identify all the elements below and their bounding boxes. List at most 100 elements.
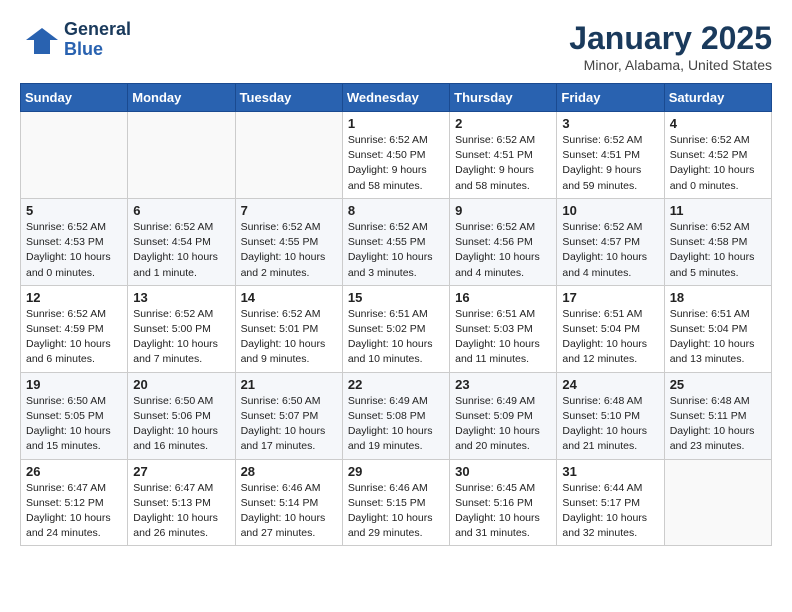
day-number: 20 [133,377,229,392]
logo-blue: Blue [64,40,131,60]
weekday-header: Tuesday [235,84,342,112]
day-content: Sunrise: 6:50 AMSunset: 5:06 PMDaylight:… [133,394,229,455]
day-number: 7 [241,203,337,218]
logo-icon [20,20,60,60]
calendar-table: SundayMondayTuesdayWednesdayThursdayFrid… [20,83,772,546]
day-content: Sunrise: 6:52 AMSunset: 4:54 PMDaylight:… [133,220,229,281]
calendar-cell: 10 Sunrise: 6:52 AMSunset: 4:57 PMDayligh… [557,198,664,285]
day-content: Sunrise: 6:47 AMSunset: 5:13 PMDaylight:… [133,481,229,542]
calendar-cell: 15 Sunrise: 6:51 AMSunset: 5:02 PMDayligh… [342,285,449,372]
day-number: 26 [26,464,122,479]
calendar-cell: 20 Sunrise: 6:50 AMSunset: 5:06 PMDayligh… [128,372,235,459]
day-number: 24 [562,377,658,392]
calendar-cell: 13Sunrise: 6:52 AMSunset: 5:00 PMDayligh… [128,285,235,372]
calendar-cell: 9 Sunrise: 6:52 AMSunset: 4:56 PMDaylight… [450,198,557,285]
day-number: 2 [455,116,551,131]
day-content: Sunrise: 6:52 AMSunset: 4:58 PMDaylight:… [670,220,766,281]
calendar-cell: 23Sunrise: 6:49 AMSunset: 5:09 PMDayligh… [450,372,557,459]
day-number: 8 [348,203,444,218]
day-content: Sunrise: 6:51 AMSunset: 5:04 PMDaylight:… [670,307,766,368]
day-content: Sunrise: 6:51 AMSunset: 5:03 PMDaylight:… [455,307,551,368]
location-label: Minor, Alabama, United States [569,57,772,73]
day-content: Sunrise: 6:50 AMSunset: 5:07 PMDaylight:… [241,394,337,455]
day-content: Sunrise: 6:48 AMSunset: 5:11 PMDaylight:… [670,394,766,455]
calendar-cell: 30 Sunrise: 6:45 AMSunset: 5:16 PMDayligh… [450,459,557,546]
day-number: 29 [348,464,444,479]
day-number: 31 [562,464,658,479]
calendar-week-row: 12Sunrise: 6:52 AMSunset: 4:59 PMDayligh… [21,285,772,372]
day-content: Sunrise: 6:46 AMSunset: 5:14 PMDaylight:… [241,481,337,542]
day-content: Sunrise: 6:52 AMSunset: 4:52 PMDaylight:… [670,133,766,194]
calendar-cell: 4Sunrise: 6:52 AMSunset: 4:52 PMDaylight… [664,112,771,199]
day-number: 16 [455,290,551,305]
calendar-cell [235,112,342,199]
day-content: Sunrise: 6:52 AMSunset: 4:51 PMDaylight:… [562,133,658,194]
weekday-header: Wednesday [342,84,449,112]
day-content: Sunrise: 6:52 AMSunset: 4:51 PMDaylight:… [455,133,551,194]
calendar-week-row: 5Sunrise: 6:52 AMSunset: 4:53 PMDaylight… [21,198,772,285]
day-number: 6 [133,203,229,218]
calendar-cell [664,459,771,546]
calendar-cell: 7 Sunrise: 6:52 AMSunset: 4:55 PMDaylight… [235,198,342,285]
month-title: January 2025 [569,20,772,57]
day-number: 27 [133,464,229,479]
day-number: 17 [562,290,658,305]
day-content: Sunrise: 6:45 AMSunset: 5:16 PMDaylight:… [455,481,551,542]
calendar-cell: 6 Sunrise: 6:52 AMSunset: 4:54 PMDaylight… [128,198,235,285]
day-content: Sunrise: 6:47 AMSunset: 5:12 PMDaylight:… [26,481,122,542]
calendar-cell: 29 Sunrise: 6:46 AMSunset: 5:15 PMDayligh… [342,459,449,546]
day-content: Sunrise: 6:46 AMSunset: 5:15 PMDaylight:… [348,481,444,542]
calendar-cell: 31 Sunrise: 6:44 AMSunset: 5:17 PMDayligh… [557,459,664,546]
day-content: Sunrise: 6:49 AMSunset: 5:08 PMDaylight:… [348,394,444,455]
title-block: January 2025 Minor, Alabama, United Stat… [569,20,772,73]
calendar-cell: 14 Sunrise: 6:52 AMSunset: 5:01 PMDayligh… [235,285,342,372]
weekday-header: Friday [557,84,664,112]
calendar-cell [21,112,128,199]
day-content: Sunrise: 6:44 AMSunset: 5:17 PMDaylight:… [562,481,658,542]
day-content: Sunrise: 6:51 AMSunset: 5:04 PMDaylight:… [562,307,658,368]
day-number: 19 [26,377,122,392]
calendar-cell: 27 Sunrise: 6:47 AMSunset: 5:13 PMDayligh… [128,459,235,546]
calendar-cell [128,112,235,199]
logo-text: General Blue [64,20,131,60]
day-number: 9 [455,203,551,218]
day-number: 23 [455,377,551,392]
day-number: 3 [562,116,658,131]
day-content: Sunrise: 6:52 AMSunset: 4:57 PMDaylight:… [562,220,658,281]
calendar-cell: 2 Sunrise: 6:52 AMSunset: 4:51 PMDaylight… [450,112,557,199]
day-content: Sunrise: 6:52 AMSunset: 4:50 PMDaylight:… [348,133,444,194]
calendar-cell: 8 Sunrise: 6:52 AMSunset: 4:55 PMDaylight… [342,198,449,285]
day-number: 30 [455,464,551,479]
day-content: Sunrise: 6:51 AMSunset: 5:02 PMDaylight:… [348,307,444,368]
calendar-week-row: 19 Sunrise: 6:50 AMSunset: 5:05 PMDayligh… [21,372,772,459]
calendar-cell: 19 Sunrise: 6:50 AMSunset: 5:05 PMDayligh… [21,372,128,459]
day-content: Sunrise: 6:50 AMSunset: 5:05 PMDaylight:… [26,394,122,455]
day-number: 10 [562,203,658,218]
day-content: Sunrise: 6:52 AMSunset: 4:56 PMDaylight:… [455,220,551,281]
page-header: General Blue January 2025 Minor, Alabama… [20,20,772,73]
calendar-week-row: 1Sunrise: 6:52 AMSunset: 4:50 PMDaylight… [21,112,772,199]
day-content: Sunrise: 6:52 AMSunset: 5:01 PMDaylight:… [241,307,337,368]
weekday-header: Sunday [21,84,128,112]
day-number: 15 [348,290,444,305]
calendar-cell: 22Sunrise: 6:49 AMSunset: 5:08 PMDayligh… [342,372,449,459]
day-number: 25 [670,377,766,392]
calendar-cell: 5Sunrise: 6:52 AMSunset: 4:53 PMDaylight… [21,198,128,285]
day-number: 13 [133,290,229,305]
calendar-cell: 16 Sunrise: 6:51 AMSunset: 5:03 PMDayligh… [450,285,557,372]
calendar-cell: 18Sunrise: 6:51 AMSunset: 5:04 PMDayligh… [664,285,771,372]
weekday-header-row: SundayMondayTuesdayWednesdayThursdayFrid… [21,84,772,112]
day-number: 12 [26,290,122,305]
calendar-cell: 17 Sunrise: 6:51 AMSunset: 5:04 PMDayligh… [557,285,664,372]
calendar-cell: 21Sunrise: 6:50 AMSunset: 5:07 PMDayligh… [235,372,342,459]
calendar-cell: 26 Sunrise: 6:47 AMSunset: 5:12 PMDayligh… [21,459,128,546]
day-number: 11 [670,203,766,218]
day-number: 5 [26,203,122,218]
day-content: Sunrise: 6:52 AMSunset: 4:55 PMDaylight:… [348,220,444,281]
day-content: Sunrise: 6:52 AMSunset: 4:55 PMDaylight:… [241,220,337,281]
day-number: 14 [241,290,337,305]
day-content: Sunrise: 6:48 AMSunset: 5:10 PMDaylight:… [562,394,658,455]
calendar-cell: 1Sunrise: 6:52 AMSunset: 4:50 PMDaylight… [342,112,449,199]
calendar-cell: 11 Sunrise: 6:52 AMSunset: 4:58 PMDayligh… [664,198,771,285]
calendar-cell: 12Sunrise: 6:52 AMSunset: 4:59 PMDayligh… [21,285,128,372]
